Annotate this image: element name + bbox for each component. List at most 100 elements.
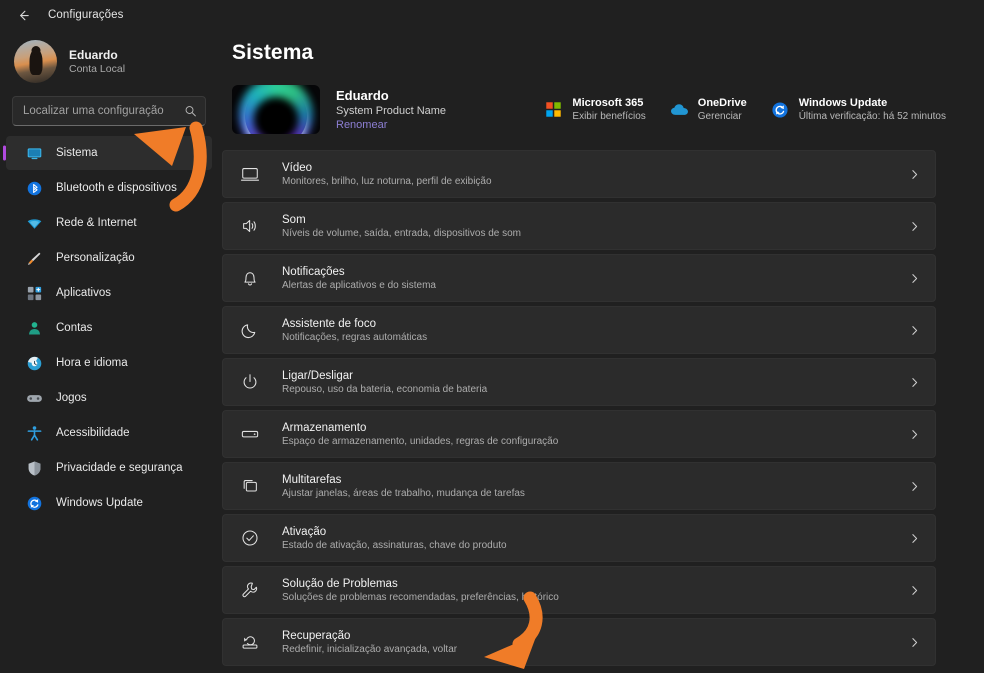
setting-row-ativacao[interactable]: Ativação Estado de ativação, assinaturas…	[222, 514, 936, 562]
shield-icon	[26, 460, 43, 477]
services-group: Microsoft 365 Exibir benefícios OneDrive…	[544, 97, 984, 122]
account-text: Eduardo Conta Local	[69, 48, 125, 75]
sidebar-item-label: Bluetooth e dispositivos	[56, 182, 177, 194]
power-icon	[239, 371, 261, 393]
row-subtitle: Espaço de armazenamento, unidades, regra…	[282, 436, 558, 447]
sidebar-item-privacidade-e-seguranca[interactable]: Privacidade e segurança	[6, 451, 212, 485]
person-icon	[26, 320, 43, 337]
setting-row-ligar-desligar[interactable]: Ligar/Desligar Repouso, uso da bateria, …	[222, 358, 936, 406]
row-title: Ativação	[282, 526, 507, 538]
clock-icon	[26, 355, 43, 372]
sidebar-item-sistema[interactable]: Sistema	[6, 136, 212, 170]
row-text: Notificações Alertas de aplicativos e do…	[282, 266, 436, 291]
setting-row-solucao-de-problemas[interactable]: Solução de Problemas Soluções de problem…	[222, 566, 936, 614]
row-title: Vídeo	[282, 162, 492, 174]
search-input[interactable]	[13, 97, 205, 125]
speaker-icon	[239, 215, 261, 237]
bluetooth-icon	[26, 180, 43, 197]
setting-row-recuperacao[interactable]: Recuperação Redefinir, inicialização ava…	[222, 618, 936, 666]
row-title: Ligar/Desligar	[282, 370, 487, 382]
row-subtitle: Alertas de aplicativos e do sistema	[282, 280, 436, 291]
setting-row-assistente-de-foco[interactable]: Assistente de foco Notificações, regras …	[222, 306, 936, 354]
storage-icon	[239, 423, 261, 445]
sidebar-item-label: Hora e idioma	[56, 357, 128, 369]
setting-row-notificacoes[interactable]: Notificações Alertas de aplicativos e do…	[222, 254, 936, 302]
sidebar-item-jogos[interactable]: Jogos	[6, 381, 212, 415]
row-subtitle: Soluções de problemas recomendadas, pref…	[282, 592, 559, 603]
row-title: Solução de Problemas	[282, 578, 559, 590]
chevron-right-icon	[908, 480, 921, 493]
sidebar-item-label: Aplicativos	[56, 287, 111, 299]
chevron-right-icon	[908, 376, 921, 389]
row-text: Vídeo Monitores, brilho, luz noturna, pe…	[282, 162, 492, 187]
search-container	[0, 92, 218, 136]
monitor-icon	[239, 163, 261, 185]
row-title: Multitarefas	[282, 474, 525, 486]
service-onedrive[interactable]: OneDrive Gerenciar	[670, 97, 747, 122]
sidebar-item-hora-e-idioma[interactable]: Hora e idioma	[6, 346, 212, 380]
sidebar-nav: Sistema Bluetooth e dispositivos	[0, 136, 218, 520]
setting-row-armazenamento[interactable]: Armazenamento Espaço de armazenamento, u…	[222, 410, 936, 458]
search-box[interactable]	[12, 96, 206, 126]
account-name: Eduardo	[69, 48, 125, 62]
row-subtitle: Estado de ativação, assinaturas, chave d…	[282, 540, 507, 551]
back-arrow-icon	[16, 8, 31, 23]
wifi-icon	[26, 215, 43, 232]
chevron-right-icon	[908, 584, 921, 597]
chevron-right-icon	[908, 272, 921, 285]
check-circle-icon	[239, 527, 261, 549]
sidebar-item-bluetooth-e-dispositivos[interactable]: Bluetooth e dispositivos	[6, 171, 212, 205]
setting-row-video[interactable]: Vídeo Monitores, brilho, luz noturna, pe…	[222, 150, 936, 198]
setting-row-multitarefas[interactable]: Multitarefas Ajustar janelas, áreas de t…	[222, 462, 936, 510]
sidebar-item-acessibilidade[interactable]: Acessibilidade	[6, 416, 212, 450]
sidebar-item-label: Windows Update	[56, 497, 143, 509]
row-text: Recuperação Redefinir, inicialização ava…	[282, 630, 457, 655]
sidebar-item-personalizacao[interactable]: Personalização	[6, 241, 212, 275]
row-text: Ligar/Desligar Repouso, uso da bateria, …	[282, 370, 487, 395]
service-title: OneDrive	[698, 97, 747, 109]
device-wallpaper-thumbnail	[232, 85, 320, 134]
device-info: Eduardo System Product Name Renomear	[336, 88, 446, 131]
sidebar-item-contas[interactable]: Contas	[6, 311, 212, 345]
service-subtitle: Exibir benefícios	[572, 111, 645, 122]
settings-list: Vídeo Monitores, brilho, luz noturna, pe…	[218, 150, 984, 666]
row-text: Ativação Estado de ativação, assinaturas…	[282, 526, 507, 551]
sidebar-item-rede-internet[interactable]: Rede & Internet	[6, 206, 212, 240]
chevron-right-icon	[908, 220, 921, 233]
chevron-right-icon	[908, 532, 921, 545]
row-title: Armazenamento	[282, 422, 558, 434]
setting-row-som[interactable]: Som Níveis de volume, saída, entrada, di…	[222, 202, 936, 250]
service-microsoft-365[interactable]: Microsoft 365 Exibir benefícios	[544, 97, 645, 122]
row-text: Som Níveis de volume, saída, entrada, di…	[282, 214, 521, 239]
row-text: Multitarefas Ajustar janelas, áreas de t…	[282, 474, 525, 499]
row-text: Assistente de foco Notificações, regras …	[282, 318, 427, 343]
update-icon	[26, 495, 43, 512]
service-windows-update[interactable]: Windows Update Última verificação: há 52…	[771, 97, 946, 122]
brush-icon	[26, 250, 43, 267]
sidebar-item-label: Personalização	[56, 252, 135, 264]
apps-icon	[26, 285, 43, 302]
sidebar-item-label: Contas	[56, 322, 92, 334]
account-card[interactable]: Eduardo Conta Local	[0, 30, 218, 92]
main-content: Sistema Eduardo System Product Name Reno…	[218, 30, 984, 673]
monitor-icon	[26, 145, 43, 162]
service-subtitle: Gerenciar	[698, 111, 747, 122]
avatar	[14, 40, 57, 83]
page-title: Sistema	[218, 30, 984, 65]
row-subtitle: Notificações, regras automáticas	[282, 332, 427, 343]
row-title: Recuperação	[282, 630, 457, 642]
row-text: Solução de Problemas Soluções de problem…	[282, 578, 559, 603]
back-button[interactable]	[10, 2, 36, 28]
wrench-icon	[239, 579, 261, 601]
rename-link[interactable]: Renomear	[336, 119, 387, 131]
moon-icon	[239, 319, 261, 341]
gamepad-icon	[26, 390, 43, 407]
service-subtitle: Última verificação: há 52 minutos	[799, 111, 946, 122]
chevron-right-icon	[908, 324, 921, 337]
row-subtitle: Redefinir, inicialização avançada, volta…	[282, 644, 457, 655]
sidebar-item-aplicativos[interactable]: Aplicativos	[6, 276, 212, 310]
titlebar: Configurações	[0, 0, 984, 30]
sidebar-item-label: Acessibilidade	[56, 427, 130, 439]
sidebar-item-windows-update[interactable]: Windows Update	[6, 486, 212, 520]
service-text: Microsoft 365 Exibir benefícios	[572, 97, 645, 122]
